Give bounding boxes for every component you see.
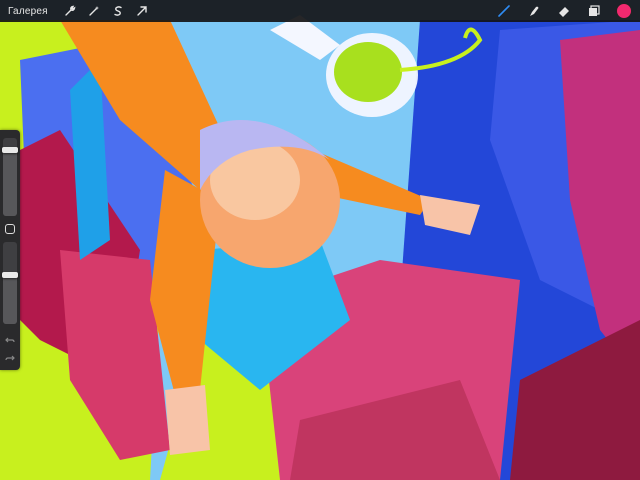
right-tools-group <box>496 3 632 19</box>
transform-arrow-icon[interactable] <box>134 3 150 19</box>
brush-size-fill <box>3 150 17 216</box>
opacity-fill <box>3 275 17 324</box>
magic-wand-icon[interactable] <box>86 3 102 19</box>
wrench-icon[interactable] <box>62 3 78 19</box>
redo-icon <box>5 355 15 361</box>
left-tools-group <box>62 3 150 19</box>
color-swatch[interactable] <box>616 3 632 19</box>
left-sidebar <box>0 130 20 370</box>
eraser-icon[interactable] <box>556 3 572 19</box>
top-toolbar: Галерея <box>0 0 640 22</box>
artwork-illustration <box>0 0 640 480</box>
redo-button[interactable] <box>4 352 16 364</box>
gallery-button[interactable]: Галерея <box>8 6 48 17</box>
undo-icon <box>5 337 15 343</box>
drawing-canvas[interactable] <box>0 0 640 480</box>
undo-button[interactable] <box>4 334 16 346</box>
opacity-handle[interactable] <box>2 272 18 278</box>
brush-icon[interactable] <box>496 3 512 19</box>
modify-button[interactable] <box>5 224 15 234</box>
opacity-slider[interactable] <box>2 242 18 324</box>
smudge-icon[interactable] <box>526 3 542 19</box>
brush-size-handle[interactable] <box>2 147 18 153</box>
layers-icon[interactable] <box>586 3 602 19</box>
selection-s-icon[interactable] <box>110 3 126 19</box>
brush-size-slider[interactable] <box>2 138 18 216</box>
